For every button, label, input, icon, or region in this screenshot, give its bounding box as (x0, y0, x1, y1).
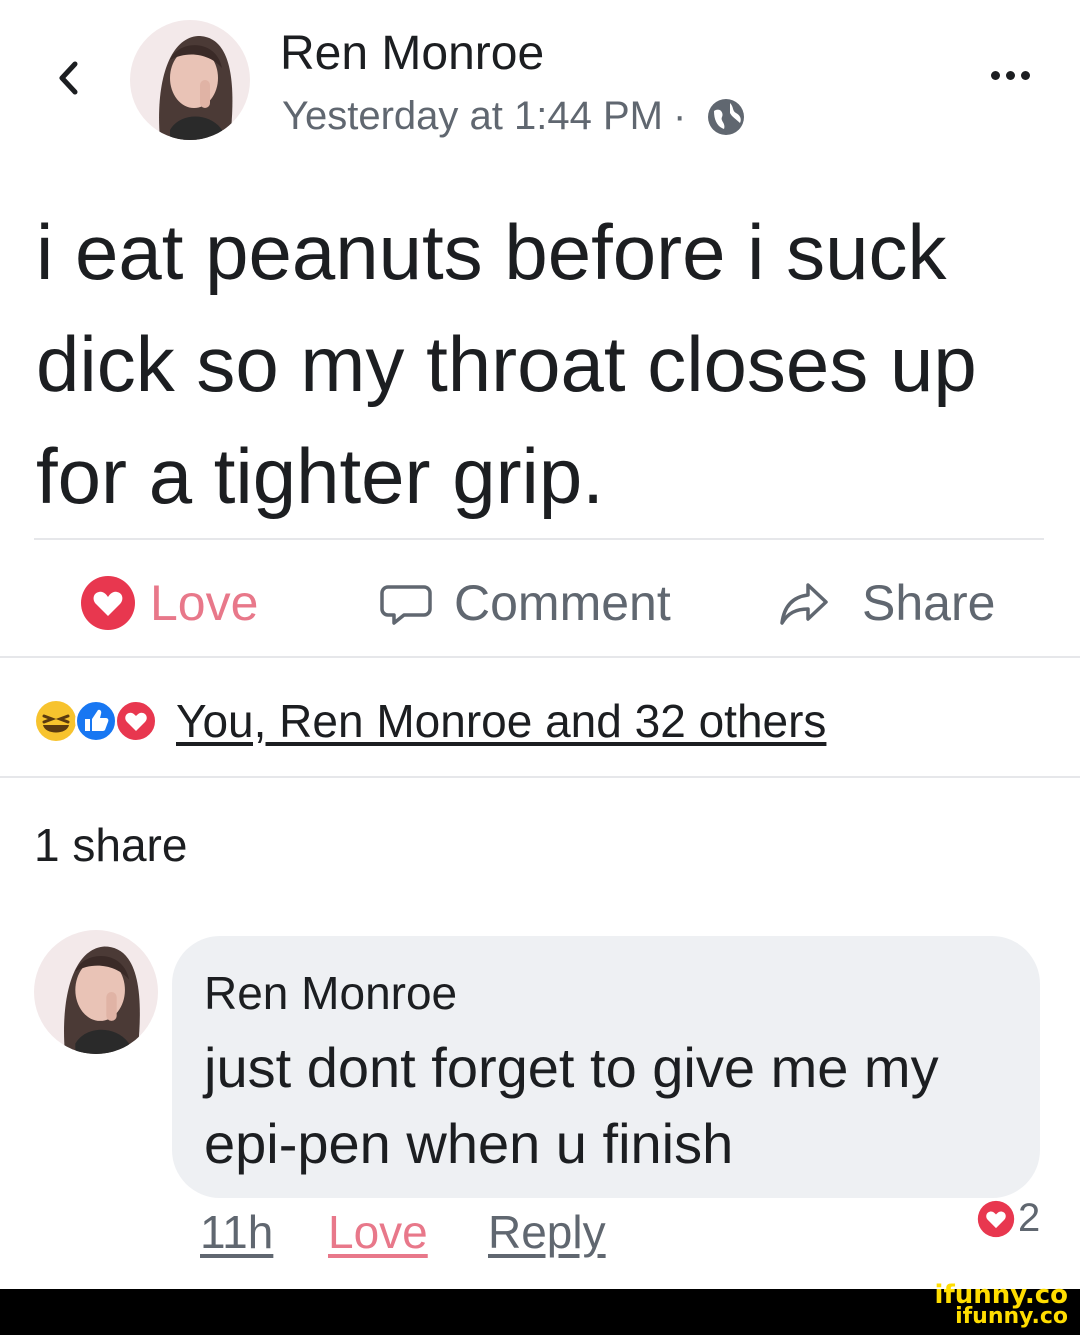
post-author-name[interactable]: Ren Monroe (280, 26, 544, 81)
post-text: i eat peanuts before i suck dick so my t… (36, 208, 977, 520)
post-meta: Yesterday at 1:44 PM · (282, 94, 748, 139)
more-options-button[interactable] (980, 60, 1040, 90)
watermark-line: ifunny.co (955, 1304, 1068, 1329)
dot-icon (990, 70, 1000, 80)
comment-label: Comment (454, 575, 671, 631)
dot-icon (1020, 70, 1030, 80)
ifunny-watermark: ifunny.co ifunny.co (934, 1280, 1068, 1329)
commenter-avatar[interactable] (34, 930, 158, 1054)
globe-icon (708, 98, 745, 135)
share-count[interactable]: 1 share (34, 818, 187, 872)
back-button[interactable] (48, 48, 88, 108)
avatar-photo (34, 930, 158, 1054)
author-avatar[interactable] (130, 20, 250, 140)
meta-separator: · (672, 94, 687, 138)
love-icon (977, 1200, 1015, 1237)
comment-reply-button[interactable]: Reply (488, 1205, 606, 1259)
haha-icon (36, 701, 76, 741)
comment-reaction-count: 2 (1018, 1196, 1041, 1240)
divider (0, 776, 1080, 778)
comment-love-button[interactable]: Love (328, 1205, 428, 1259)
share-label: Share (862, 575, 996, 631)
love-icon (81, 576, 135, 630)
reactions-summary[interactable]: You, Ren Monroe and 32 others (34, 694, 826, 748)
divider (0, 656, 1080, 658)
share-arrow-icon (780, 583, 828, 625)
love-label: Love (150, 575, 259, 631)
divider (34, 538, 1044, 540)
share-button[interactable]: Share (776, 568, 995, 638)
like-icon (75, 700, 117, 742)
chevron-left-icon (59, 61, 78, 95)
love-button[interactable]: Love (80, 568, 258, 638)
avatar-photo (130, 20, 250, 140)
post-timestamp[interactable]: Yesterday at 1:44 PM (282, 94, 663, 139)
comment-icon (380, 585, 432, 625)
watermark-line: ifunny.co (934, 1280, 1068, 1310)
footer-bar (0, 1289, 1080, 1335)
comment-text: just dont forget to give me my epi-pen w… (204, 1036, 939, 1175)
comment-time[interactable]: 11h (200, 1205, 273, 1259)
reactions-text[interactable]: You, Ren Monroe and 32 others (176, 694, 826, 748)
love-icon (115, 700, 157, 742)
reaction-icons (34, 699, 158, 743)
comment-button[interactable]: Comment (378, 568, 671, 638)
dot-icon (1005, 70, 1015, 80)
comment-reactions[interactable]: 2 (976, 1196, 1040, 1241)
comment-author-name[interactable]: Ren Monroe (204, 966, 457, 1020)
